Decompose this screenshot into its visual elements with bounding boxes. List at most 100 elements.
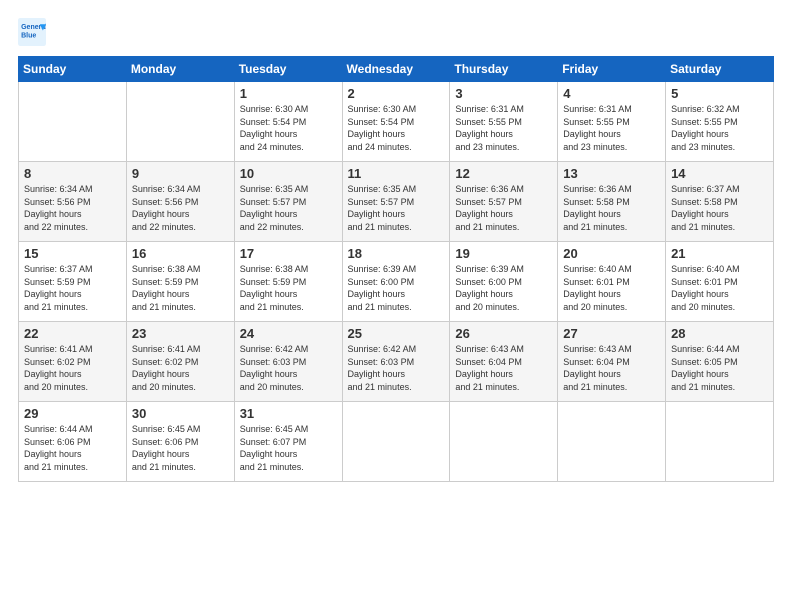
- day-number: 14: [671, 166, 768, 181]
- day-info: Sunrise: 6:31 AM Sunset: 5:55 PM Dayligh…: [455, 103, 552, 153]
- calendar-cell: 13 Sunrise: 6:36 AM Sunset: 5:58 PM Dayl…: [558, 162, 666, 242]
- day-info: Sunrise: 6:42 AM Sunset: 6:03 PM Dayligh…: [240, 343, 337, 393]
- day-info: Sunrise: 6:34 AM Sunset: 5:56 PM Dayligh…: [24, 183, 121, 233]
- calendar-cell: 10 Sunrise: 6:35 AM Sunset: 5:57 PM Dayl…: [234, 162, 342, 242]
- day-number: 18: [348, 246, 445, 261]
- calendar-cell: 14 Sunrise: 6:37 AM Sunset: 5:58 PM Dayl…: [666, 162, 774, 242]
- day-header-monday: Monday: [126, 57, 234, 82]
- day-header-wednesday: Wednesday: [342, 57, 450, 82]
- day-number: 26: [455, 326, 552, 341]
- calendar-cell: 20 Sunrise: 6:40 AM Sunset: 6:01 PM Dayl…: [558, 242, 666, 322]
- day-number: 16: [132, 246, 229, 261]
- day-info: Sunrise: 6:40 AM Sunset: 6:01 PM Dayligh…: [671, 263, 768, 313]
- day-number: 31: [240, 406, 337, 421]
- calendar-cell: [126, 82, 234, 162]
- day-info: Sunrise: 6:45 AM Sunset: 6:06 PM Dayligh…: [132, 423, 229, 473]
- day-number: 8: [24, 166, 121, 181]
- day-number: 4: [563, 86, 660, 101]
- calendar-cell: 1 Sunrise: 6:30 AM Sunset: 5:54 PM Dayli…: [234, 82, 342, 162]
- calendar-cell: 17 Sunrise: 6:38 AM Sunset: 5:59 PM Dayl…: [234, 242, 342, 322]
- day-info: Sunrise: 6:38 AM Sunset: 5:59 PM Dayligh…: [240, 263, 337, 313]
- day-header-sunday: Sunday: [19, 57, 127, 82]
- day-number: 29: [24, 406, 121, 421]
- day-header-thursday: Thursday: [450, 57, 558, 82]
- day-info: Sunrise: 6:39 AM Sunset: 6:00 PM Dayligh…: [348, 263, 445, 313]
- day-info: Sunrise: 6:37 AM Sunset: 5:58 PM Dayligh…: [671, 183, 768, 233]
- calendar-cell: [558, 402, 666, 482]
- header: General Blue: [18, 18, 774, 46]
- calendar-cell: 16 Sunrise: 6:38 AM Sunset: 5:59 PM Dayl…: [126, 242, 234, 322]
- day-number: 11: [348, 166, 445, 181]
- day-number: 2: [348, 86, 445, 101]
- day-info: Sunrise: 6:37 AM Sunset: 5:59 PM Dayligh…: [24, 263, 121, 313]
- day-number: 5: [671, 86, 768, 101]
- day-number: 21: [671, 246, 768, 261]
- day-info: Sunrise: 6:30 AM Sunset: 5:54 PM Dayligh…: [348, 103, 445, 153]
- day-number: 17: [240, 246, 337, 261]
- calendar-cell: 26 Sunrise: 6:43 AM Sunset: 6:04 PM Dayl…: [450, 322, 558, 402]
- day-info: Sunrise: 6:38 AM Sunset: 5:59 PM Dayligh…: [132, 263, 229, 313]
- day-header-saturday: Saturday: [666, 57, 774, 82]
- logo: General Blue: [18, 18, 50, 46]
- day-number: 9: [132, 166, 229, 181]
- day-info: Sunrise: 6:44 AM Sunset: 6:05 PM Dayligh…: [671, 343, 768, 393]
- day-info: Sunrise: 6:44 AM Sunset: 6:06 PM Dayligh…: [24, 423, 121, 473]
- day-header-friday: Friday: [558, 57, 666, 82]
- day-number: 24: [240, 326, 337, 341]
- day-number: 19: [455, 246, 552, 261]
- calendar-body: 1 Sunrise: 6:30 AM Sunset: 5:54 PM Dayli…: [19, 82, 774, 482]
- day-info: Sunrise: 6:36 AM Sunset: 5:57 PM Dayligh…: [455, 183, 552, 233]
- calendar-week-4: 22 Sunrise: 6:41 AM Sunset: 6:02 PM Dayl…: [19, 322, 774, 402]
- calendar-week-1: 1 Sunrise: 6:30 AM Sunset: 5:54 PM Dayli…: [19, 82, 774, 162]
- day-info: Sunrise: 6:45 AM Sunset: 6:07 PM Dayligh…: [240, 423, 337, 473]
- calendar-week-5: 29 Sunrise: 6:44 AM Sunset: 6:06 PM Dayl…: [19, 402, 774, 482]
- day-number: 1: [240, 86, 337, 101]
- calendar-cell: [450, 402, 558, 482]
- calendar-cell: 21 Sunrise: 6:40 AM Sunset: 6:01 PM Dayl…: [666, 242, 774, 322]
- day-info: Sunrise: 6:43 AM Sunset: 6:04 PM Dayligh…: [455, 343, 552, 393]
- page: General Blue SundayMondayTuesdayWednesda…: [0, 0, 792, 612]
- calendar-cell: 29 Sunrise: 6:44 AM Sunset: 6:06 PM Dayl…: [19, 402, 127, 482]
- day-info: Sunrise: 6:36 AM Sunset: 5:58 PM Dayligh…: [563, 183, 660, 233]
- day-info: Sunrise: 6:32 AM Sunset: 5:55 PM Dayligh…: [671, 103, 768, 153]
- day-number: 15: [24, 246, 121, 261]
- calendar-cell: 4 Sunrise: 6:31 AM Sunset: 5:55 PM Dayli…: [558, 82, 666, 162]
- calendar-cell: 18 Sunrise: 6:39 AM Sunset: 6:00 PM Dayl…: [342, 242, 450, 322]
- calendar-week-3: 15 Sunrise: 6:37 AM Sunset: 5:59 PM Dayl…: [19, 242, 774, 322]
- day-info: Sunrise: 6:34 AM Sunset: 5:56 PM Dayligh…: [132, 183, 229, 233]
- day-number: 12: [455, 166, 552, 181]
- calendar-cell: 15 Sunrise: 6:37 AM Sunset: 5:59 PM Dayl…: [19, 242, 127, 322]
- day-info: Sunrise: 6:41 AM Sunset: 6:02 PM Dayligh…: [24, 343, 121, 393]
- logo-icon: General Blue: [18, 18, 46, 46]
- calendar-cell: [342, 402, 450, 482]
- day-info: Sunrise: 6:43 AM Sunset: 6:04 PM Dayligh…: [563, 343, 660, 393]
- calendar-cell: 24 Sunrise: 6:42 AM Sunset: 6:03 PM Dayl…: [234, 322, 342, 402]
- day-number: 27: [563, 326, 660, 341]
- day-info: Sunrise: 6:41 AM Sunset: 6:02 PM Dayligh…: [132, 343, 229, 393]
- calendar-week-2: 8 Sunrise: 6:34 AM Sunset: 5:56 PM Dayli…: [19, 162, 774, 242]
- calendar-header-row: SundayMondayTuesdayWednesdayThursdayFrid…: [19, 57, 774, 82]
- calendar-cell: [19, 82, 127, 162]
- day-info: Sunrise: 6:35 AM Sunset: 5:57 PM Dayligh…: [240, 183, 337, 233]
- calendar: SundayMondayTuesdayWednesdayThursdayFrid…: [18, 56, 774, 482]
- day-number: 25: [348, 326, 445, 341]
- day-info: Sunrise: 6:35 AM Sunset: 5:57 PM Dayligh…: [348, 183, 445, 233]
- calendar-cell: 12 Sunrise: 6:36 AM Sunset: 5:57 PM Dayl…: [450, 162, 558, 242]
- calendar-cell: 25 Sunrise: 6:42 AM Sunset: 6:03 PM Dayl…: [342, 322, 450, 402]
- day-info: Sunrise: 6:42 AM Sunset: 6:03 PM Dayligh…: [348, 343, 445, 393]
- calendar-cell: 5 Sunrise: 6:32 AM Sunset: 5:55 PM Dayli…: [666, 82, 774, 162]
- calendar-cell: 11 Sunrise: 6:35 AM Sunset: 5:57 PM Dayl…: [342, 162, 450, 242]
- day-number: 3: [455, 86, 552, 101]
- calendar-cell: 3 Sunrise: 6:31 AM Sunset: 5:55 PM Dayli…: [450, 82, 558, 162]
- calendar-cell: 9 Sunrise: 6:34 AM Sunset: 5:56 PM Dayli…: [126, 162, 234, 242]
- calendar-cell: [666, 402, 774, 482]
- svg-text:Blue: Blue: [21, 32, 36, 39]
- day-number: 13: [563, 166, 660, 181]
- day-number: 28: [671, 326, 768, 341]
- day-info: Sunrise: 6:39 AM Sunset: 6:00 PM Dayligh…: [455, 263, 552, 313]
- calendar-cell: 30 Sunrise: 6:45 AM Sunset: 6:06 PM Dayl…: [126, 402, 234, 482]
- day-number: 30: [132, 406, 229, 421]
- calendar-cell: 28 Sunrise: 6:44 AM Sunset: 6:05 PM Dayl…: [666, 322, 774, 402]
- day-number: 23: [132, 326, 229, 341]
- calendar-cell: 23 Sunrise: 6:41 AM Sunset: 6:02 PM Dayl…: [126, 322, 234, 402]
